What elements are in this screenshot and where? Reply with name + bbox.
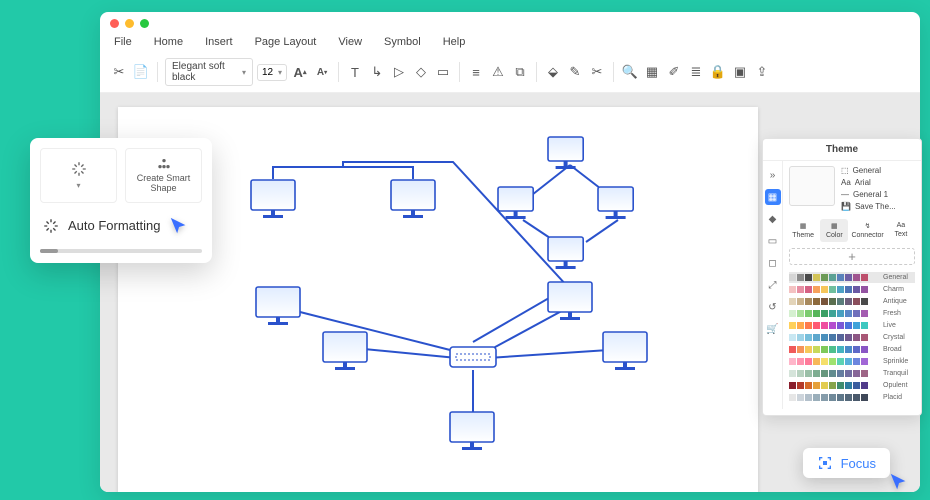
tab-layers-icon[interactable]: ◆ [765, 211, 781, 227]
share-icon[interactable]: ⇪ [753, 63, 771, 81]
menu-view[interactable]: View [338, 36, 362, 48]
tab-collapse-icon[interactable]: » [765, 167, 781, 183]
palette-row[interactable]: Charm [789, 284, 915, 295]
menu-file[interactable]: File [114, 36, 132, 48]
menu-symbol[interactable]: Symbol [384, 36, 421, 48]
palette-row[interactable]: Sprinkle [789, 356, 915, 367]
fill-icon[interactable]: ⬙ [544, 63, 562, 81]
palette-row[interactable]: Antique [789, 296, 915, 307]
tab-grid-icon[interactable]: ▦ [765, 189, 781, 205]
meta-general: ⬚General [841, 166, 896, 175]
close-dot[interactable] [110, 19, 119, 28]
menu-page-layout[interactable]: Page Layout [255, 36, 317, 48]
maximize-dot[interactable] [140, 19, 149, 28]
rulers-icon[interactable]: ▣ [731, 63, 749, 81]
mode-connector[interactable]: ↯Connector [851, 219, 883, 242]
layers-icon[interactable]: ▦ [643, 63, 661, 81]
lock-icon[interactable]: 🔒 [709, 63, 727, 81]
tab-shape-icon[interactable]: ◻ [765, 255, 781, 271]
pointer-icon[interactable]: ▷ [390, 63, 408, 81]
theme-panel: Theme » ▦ ◆ ▭ ◻ ⤢ ↺ 🛒 ⬚General AaArial —… [762, 138, 922, 416]
theme-thumbnail[interactable] [789, 166, 835, 206]
mode-text[interactable]: AaText [887, 219, 915, 242]
group-icon[interactable]: ⧉ [511, 63, 529, 81]
text-icon[interactable]: T [346, 63, 364, 81]
cursor-icon [168, 216, 190, 238]
minimize-dot[interactable] [125, 19, 134, 28]
focus-button[interactable]: Focus [803, 448, 890, 478]
tab-cart-icon[interactable]: 🛒 [765, 321, 781, 337]
smart-shape-panel: ▾ Create Smart Shape Auto Formatting [30, 138, 212, 263]
search-icon[interactable]: 🔍 [621, 63, 639, 81]
spacing-slider[interactable] [40, 249, 202, 253]
font-select[interactable]: Elegant soft black▾ [165, 58, 253, 86]
create-smart-shape-button[interactable]: Create Smart Shape [125, 148, 202, 203]
distribute-icon[interactable]: ⚠ [489, 63, 507, 81]
shape-icon[interactable]: ◇ [412, 63, 430, 81]
line-style-icon[interactable]: ≣ [687, 63, 705, 81]
color-palettes: GeneralCharmAntiqueFreshLiveCrystalBroad… [789, 272, 915, 404]
network-diagram [118, 107, 758, 492]
highlighter-icon[interactable]: ✐ [665, 63, 683, 81]
tab-history-icon[interactable]: ↺ [765, 299, 781, 315]
copy-icon[interactable]: 📄 [132, 63, 150, 81]
menu-insert[interactable]: Insert [205, 36, 233, 48]
page[interactable] [118, 107, 758, 492]
align-icon[interactable]: ≡ [467, 63, 485, 81]
meta-font: AaArial [841, 178, 896, 187]
text-size-decrease-icon[interactable]: A▾ [313, 63, 331, 81]
menu-help[interactable]: Help [443, 36, 466, 48]
palette-row[interactable]: Crystal [789, 332, 915, 343]
add-theme-button[interactable]: + [789, 248, 915, 265]
palette-row[interactable]: Tranquil [789, 368, 915, 379]
mode-theme[interactable]: ▦Theme [789, 219, 817, 242]
font-size-select[interactable]: 12▾ [257, 64, 287, 81]
theme-side-tabs: » ▦ ◆ ▭ ◻ ⤢ ↺ 🛒 [763, 161, 783, 409]
connector-icon[interactable]: ↳ [368, 63, 386, 81]
text-size-increase-icon[interactable]: A▴ [291, 63, 309, 81]
tab-expand-icon[interactable]: ⤢ [765, 277, 781, 293]
window-controls [100, 12, 920, 34]
palette-row[interactable]: Broad [789, 344, 915, 355]
insert-image-icon[interactable]: ▭ [434, 63, 452, 81]
toolbar: ✂ 📄 Elegant soft black▾ 12▾ A▴ A▾ T ↳ ▷ … [100, 54, 920, 93]
cut-icon[interactable]: ✂ [110, 63, 128, 81]
mode-color[interactable]: ▦Color [820, 219, 848, 242]
menu-home[interactable]: Home [154, 36, 183, 48]
theme-title: Theme [763, 139, 921, 161]
crop-icon[interactable]: ✂ [588, 63, 606, 81]
palette-row[interactable]: Live [789, 320, 915, 331]
sparkle-button[interactable]: ▾ [40, 148, 117, 203]
meta-general1: —General 1 [841, 190, 896, 199]
palette-row[interactable]: Opulent [789, 380, 915, 391]
palette-row[interactable]: Fresh [789, 308, 915, 319]
menu-bar: File Home Insert Page Layout View Symbol… [100, 34, 920, 54]
palette-row[interactable]: Placid [789, 392, 915, 403]
line-color-icon[interactable]: ✎ [566, 63, 584, 81]
cursor-icon [888, 472, 910, 494]
meta-save[interactable]: 💾Save The... [841, 202, 896, 211]
tab-page-icon[interactable]: ▭ [765, 233, 781, 249]
palette-row[interactable]: General [789, 272, 915, 283]
